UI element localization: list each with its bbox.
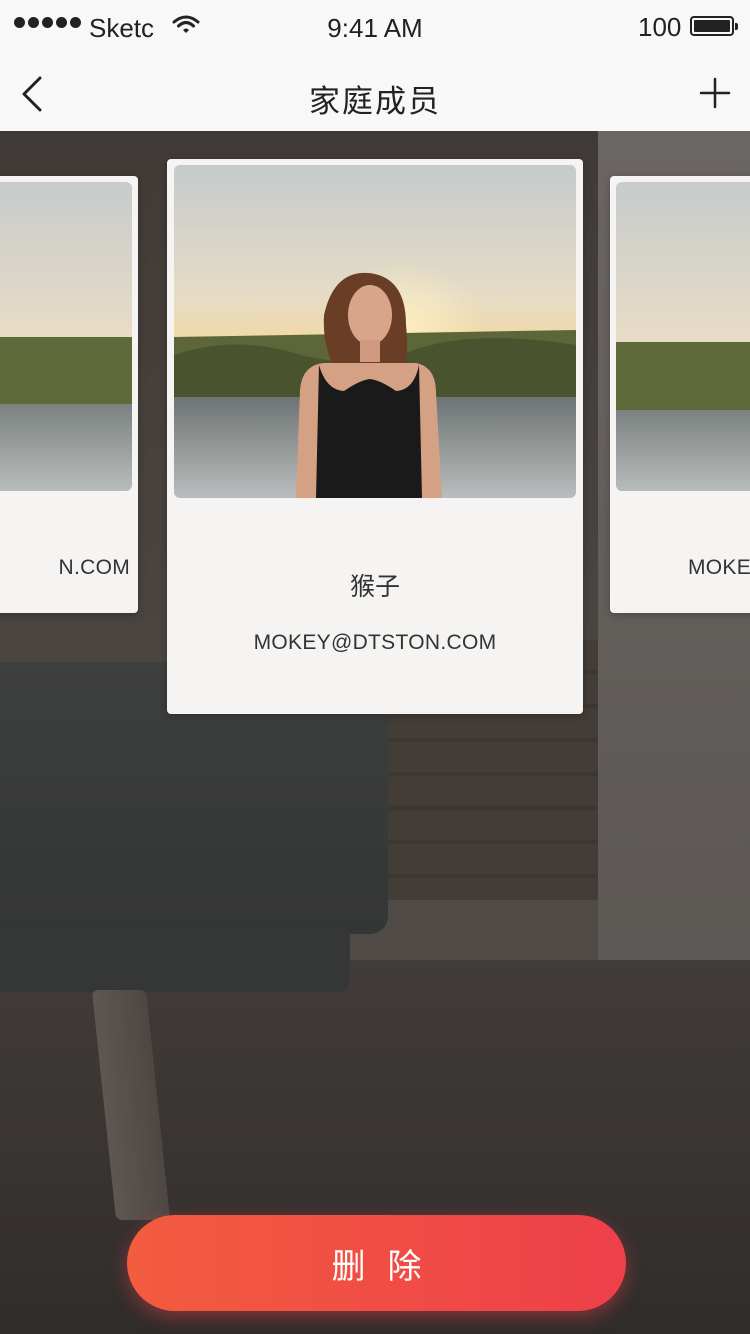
- plus-icon[interactable]: [698, 76, 732, 110]
- member-email: N.COM: [58, 556, 130, 579]
- member-photo: [174, 165, 576, 498]
- member-photo: [0, 182, 132, 491]
- battery-icon: [690, 16, 738, 36]
- member-email: MOKEY@DTSTON.COM: [253, 631, 497, 654]
- member-card-next[interactable]: MOKE: [610, 176, 750, 613]
- member-name: 猴子: [349, 573, 400, 601]
- member-photo: [616, 182, 750, 491]
- page-title: 家庭成员: [309, 84, 441, 119]
- nav-bar: 家庭成员: [0, 56, 750, 131]
- member-email: MOKE: [688, 556, 750, 579]
- member-card-current[interactable]: 猴子 MOKEY@DTSTON.COM: [167, 159, 583, 714]
- status-bar: Sketc 9:41 AM 100: [0, 0, 750, 56]
- member-card-previous[interactable]: N.COM: [0, 176, 138, 613]
- battery-percent: 100: [638, 12, 682, 42]
- delete-button[interactable]: 删除: [127, 1215, 626, 1311]
